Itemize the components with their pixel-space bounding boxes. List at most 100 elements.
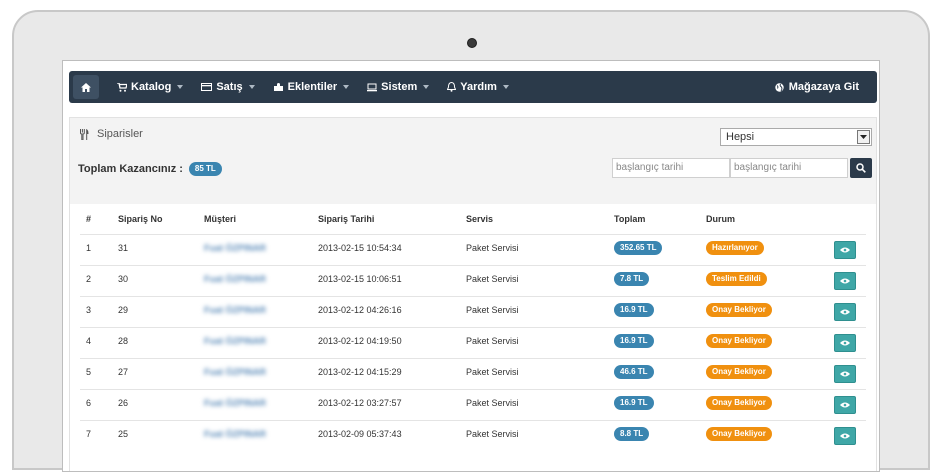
nav-eklentiler[interactable]: Eklentiler [273, 81, 350, 93]
end-date-input[interactable]: başlangıç tarihi [730, 158, 848, 178]
eye-icon [840, 402, 850, 408]
row-status-badge: Onay Bekliyor [706, 427, 772, 441]
nav-sistem[interactable]: Sistem [367, 81, 430, 93]
view-order-button[interactable] [834, 303, 856, 321]
start-date-input[interactable]: başlangıç tarihi [612, 158, 730, 178]
chevron-down-icon [857, 130, 870, 144]
header-order-date: Sipariş Tarihi [318, 214, 375, 224]
row-index: 6 [86, 398, 92, 408]
row-customer[interactable]: Fuat ÖZPINAR [204, 336, 266, 346]
row-service: Paket Servisi [466, 398, 519, 408]
row-total-badge: 352.65 TL [614, 241, 663, 255]
row-order-no: 28 [118, 336, 129, 346]
cart-icon [117, 82, 127, 92]
bell-icon [447, 82, 457, 92]
header-status: Durum [706, 214, 735, 224]
row-index: 5 [86, 367, 92, 377]
status-filter-select[interactable]: Hepsi [720, 128, 872, 146]
search-icon [856, 163, 866, 173]
row-index: 1 [86, 243, 92, 253]
nav-yardim[interactable]: Yardım [447, 81, 509, 93]
eye-icon [840, 247, 850, 253]
home-button[interactable] [73, 75, 99, 99]
row-index: 3 [86, 305, 92, 315]
row-total-badge: 7.8 TL [614, 272, 650, 286]
panel-title: Siparisler [80, 128, 143, 140]
row-service: Paket Servisi [466, 274, 519, 284]
view-order-button[interactable] [834, 396, 856, 414]
view-order-button[interactable] [834, 334, 856, 352]
chevron-down-icon [343, 85, 350, 89]
table-row: 7 25 Fuat ÖZPINAR 2013-02-09 05:37:43 Paket … [80, 420, 866, 451]
header-order-no: Sipariş No [118, 214, 163, 224]
row-status-badge: Onay Bekliyor [706, 303, 772, 317]
row-order-no: 27 [118, 367, 129, 377]
row-index: 4 [86, 336, 92, 346]
table-row: 4 28 Fuat ÖZPINAR 2013-02-12 04:19:50 Paket … [80, 327, 866, 358]
view-order-button[interactable] [834, 427, 856, 445]
table-row: 5 27 Fuat ÖZPINAR 2013-02-12 04:15:29 Paket … [80, 358, 866, 389]
chevron-down-icon [177, 85, 184, 89]
screen: Katalog Satış Eklentiler Sistem Yardım M… [62, 60, 880, 472]
header-service: Servis [466, 214, 494, 224]
row-customer[interactable]: Fuat ÖZPINAR [204, 429, 266, 439]
orders-panel: Siparisler Hepsi Toplam Kazancınız : 85 … [69, 117, 877, 471]
filter-value: Hepsi [726, 131, 755, 143]
row-order-date: 2013-02-12 03:27:57 [318, 398, 402, 408]
row-total-badge: 46.6 TL [614, 365, 654, 379]
chevron-down-icon [502, 85, 509, 89]
header-customer: Müşteri [204, 214, 237, 224]
row-order-date: 2013-02-15 10:54:34 [318, 243, 402, 253]
row-status-badge: Onay Bekliyor [706, 365, 772, 379]
search-button[interactable] [850, 158, 872, 178]
row-total-badge: 16.9 TL [614, 396, 654, 410]
nav-katalog[interactable]: Katalog [117, 81, 184, 93]
chevron-down-icon [423, 85, 430, 89]
table-row: 3 29 Fuat ÖZPINAR 2013-02-12 04:26:16 Paket … [80, 296, 866, 327]
puzzle-icon [273, 82, 284, 92]
header-index: # [86, 214, 92, 224]
webcam [467, 38, 477, 48]
table-row: 2 30 Fuat ÖZPINAR 2013-02-15 10:06:51 Paket … [80, 265, 866, 296]
eye-icon [840, 340, 850, 346]
row-status-badge: Hazırlanıyor [706, 241, 764, 255]
nav-sistem-label: Sistem [381, 81, 418, 93]
view-order-button[interactable] [834, 365, 856, 383]
nav-katalog-label: Katalog [131, 81, 172, 93]
row-customer[interactable]: Fuat ÖZPINAR [204, 305, 266, 315]
nav-satis[interactable]: Satış [201, 81, 255, 93]
row-service: Paket Servisi [466, 243, 519, 253]
row-service: Paket Servisi [466, 336, 519, 346]
row-customer[interactable]: Fuat ÖZPINAR [204, 367, 266, 377]
header-total: Toplam [614, 214, 646, 224]
store-link-label: Mağazaya Git [788, 81, 859, 93]
row-service: Paket Servisi [466, 367, 519, 377]
table-row: 6 26 Fuat ÖZPINAR 2013-02-12 03:27:57 Paket … [80, 389, 866, 420]
orders-table: # Sipariş No Müşteri Sipariş Tarihi Serv… [70, 204, 876, 471]
row-total-badge: 8.8 TL [614, 427, 650, 441]
system-icon [367, 83, 378, 92]
top-navbar: Katalog Satış Eklentiler Sistem Yardım M… [69, 71, 877, 103]
credit-card-icon [201, 83, 213, 91]
nav-yardim-label: Yardım [460, 81, 497, 93]
row-index: 7 [86, 429, 92, 439]
view-order-button[interactable] [834, 241, 856, 259]
row-order-no: 29 [118, 305, 129, 315]
row-order-date: 2013-02-12 04:15:29 [318, 367, 402, 377]
row-status-badge: Teslim Edildi [706, 272, 767, 286]
earnings-summary: Toplam Kazancınız : 85 TL [78, 162, 222, 176]
row-order-date: 2013-02-09 05:37:43 [318, 429, 402, 439]
row-order-no: 30 [118, 274, 129, 284]
table-row: 1 31 Fuat ÖZPINAR 2013-02-15 10:54:34 Paket … [80, 234, 866, 265]
row-order-no: 31 [118, 243, 129, 253]
eye-icon [840, 309, 850, 315]
row-order-date: 2013-02-15 10:06:51 [318, 274, 402, 284]
row-customer[interactable]: Fuat ÖZPINAR [204, 398, 266, 408]
row-service: Paket Servisi [466, 429, 519, 439]
home-icon [81, 82, 91, 92]
view-order-button[interactable] [834, 272, 856, 290]
row-customer[interactable]: Fuat ÖZPINAR [204, 274, 266, 284]
laptop-frame: Katalog Satış Eklentiler Sistem Yardım M… [12, 10, 930, 472]
row-customer[interactable]: Fuat ÖZPINAR [204, 243, 266, 253]
store-link[interactable]: Mağazaya Git [774, 81, 859, 93]
